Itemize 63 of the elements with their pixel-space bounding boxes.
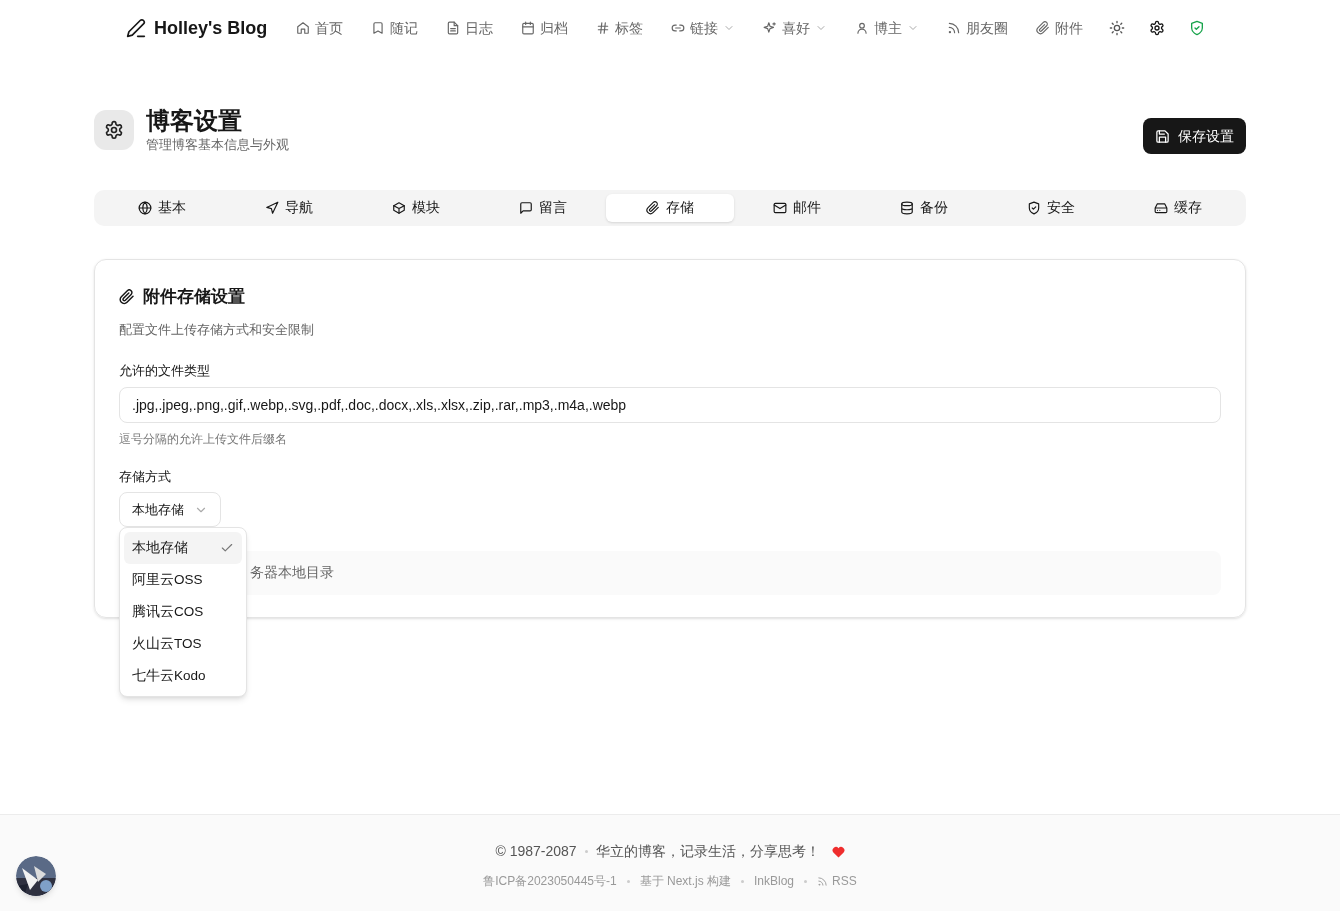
- tab[interactable]: 模块: [352, 194, 480, 222]
- nav-link[interactable]: 博主: [842, 12, 933, 44]
- tab[interactable]: 存储: [606, 194, 734, 222]
- nav-link[interactable]: 朋友圈: [934, 12, 1022, 44]
- sparkles-icon: [763, 21, 778, 35]
- paperclip-icon: [119, 288, 135, 305]
- bookmark-icon: [371, 21, 386, 35]
- nav-link[interactable]: 归档: [508, 12, 582, 44]
- nav-link[interactable]: 链接: [658, 12, 749, 44]
- nav-link[interactable]: 标签: [583, 12, 657, 44]
- nav-link[interactable]: 随记: [358, 12, 432, 44]
- input-field[interactable]: .jpg,.jpeg,.png,.gif,.webp,.svg,.pdf,.doc,.docx,.xls,.xlsx,.zip,.rar,.mp3,.m4a,.webp: [119, 386, 1221, 423]
- tab[interactable]: 缓存: [1114, 194, 1242, 222]
- page-subtitle: 管理博客基本信息与外观: [146, 136, 289, 154]
- link-icon: [671, 21, 686, 35]
- card-title: 附件存储设置: [143, 286, 245, 308]
- calendar-icon: [521, 21, 536, 35]
- menu-item[interactable]: 火山云TOS: [124, 628, 242, 660]
- settings-icon: [94, 110, 134, 150]
- pen-icon[interactable]: [126, 18, 146, 38]
- save-button[interactable]: 保存设置: [1143, 118, 1246, 154]
- site-logo[interactable]: Holley's Blog: [154, 14, 268, 42]
- check-icon: [220, 541, 234, 555]
- paperclip-icon: [646, 201, 660, 215]
- page-title: 博客设置: [146, 106, 243, 136]
- tab[interactable]: 基本: [98, 194, 226, 222]
- storage-info: 务器本地目录: [250, 564, 334, 583]
- save-icon: [1155, 128, 1170, 144]
- tab[interactable]: 邮件: [733, 194, 861, 222]
- nav-link[interactable]: 首页: [283, 12, 357, 44]
- database-icon: [900, 201, 915, 215]
- field-hint: 逗号分隔的允许上传文件后缀名: [119, 431, 288, 447]
- message-icon: [518, 201, 533, 215]
- menu-item[interactable]: 阿里云OSS: [124, 564, 242, 596]
- tab[interactable]: 留言: [479, 194, 607, 222]
- hash-icon: [596, 21, 611, 35]
- rss-icon: [947, 21, 962, 35]
- shield-icon: [1027, 201, 1042, 215]
- tab[interactable]: 备份: [860, 194, 988, 222]
- rss-icon: [817, 875, 829, 887]
- send-icon: [264, 201, 279, 215]
- menu-item[interactable]: 腾讯云COS: [124, 596, 242, 628]
- copyright-text: © 1987-2087: [495, 842, 577, 861]
- menu-item[interactable]: 七牛云Kodo: [124, 660, 242, 692]
- tab[interactable]: 安全: [987, 194, 1115, 222]
- hard-drive-icon: [1154, 201, 1169, 215]
- tab[interactable]: 导航: [225, 194, 353, 222]
- paperclip-icon: [1036, 21, 1051, 35]
- mail-icon: [773, 201, 788, 215]
- field-label: 存储方式: [119, 467, 172, 486]
- motto-text: 华立的博客，记录生活，分享思考！: [595, 842, 820, 861]
- field-label: 允许的文件类型: [119, 362, 211, 380]
- nav-link[interactable]: 日志: [433, 12, 507, 44]
- nav-link[interactable]: 附件: [1023, 12, 1097, 44]
- home-icon: [296, 21, 311, 35]
- menu-item[interactable]: 本地存储: [124, 532, 242, 564]
- globe-icon: [137, 201, 152, 215]
- box-icon: [391, 201, 406, 215]
- heart-icon: [831, 845, 845, 858]
- document-icon: [446, 21, 461, 35]
- card-description: 配置文件上传存储方式和安全限制: [119, 320, 315, 339]
- user-icon: [855, 21, 870, 35]
- nav-link[interactable]: 喜好: [750, 12, 841, 44]
